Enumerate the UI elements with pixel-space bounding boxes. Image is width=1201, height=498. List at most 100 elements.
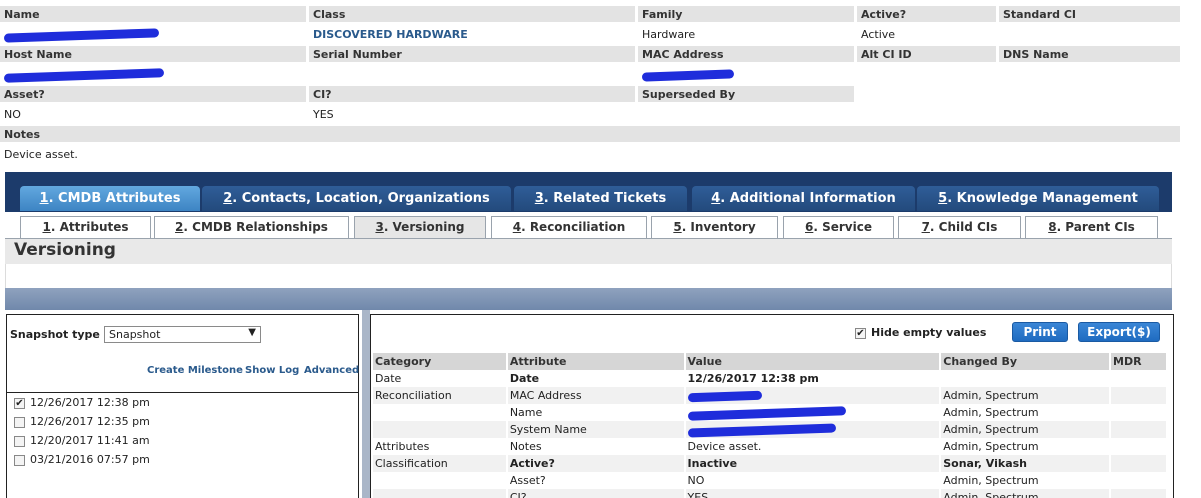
table-row[interactable]: Asset? NO Admin, Spectrum [373,472,1168,489]
snapshot-checkbox[interactable] [14,416,25,428]
snapshot-list-item[interactable]: ✔ 12/26/2017 12:38 pm [14,396,150,412]
panel-splitter[interactable] [362,310,370,498]
tab-related-tickets[interactable]: 3. Related Tickets [514,186,687,211]
cell-category: Date [373,370,508,387]
advanced-link[interactable]: Advanced [304,365,359,376]
asset-value: NO [4,108,21,121]
subtab-number: 7 [921,220,930,234]
snapshot-list-item[interactable]: 12/26/2017 12:35 pm [14,415,150,431]
standard-ci-label: Standard CI [999,6,1180,22]
hide-empty-checkbox[interactable]: ✔ [855,327,866,339]
table-row[interactable]: Date Date 12/26/2017 12:38 pm [373,370,1168,387]
cell-attribute: Notes [506,438,686,455]
cell-value [684,387,942,404]
subtab-attributes[interactable]: 1. Attributes [20,216,151,238]
column-header-mdr[interactable]: MDR [1110,353,1168,370]
snapshot-list-item[interactable]: 03/21/2016 07:57 pm [14,453,150,469]
snapshot-type-value: Snapshot [109,328,161,341]
snapshot-date: 12/26/2017 12:38 pm [30,396,150,409]
name-label: Name [0,6,306,22]
column-header-category[interactable]: Category [373,353,508,370]
export-button[interactable]: Export($) [1078,322,1160,342]
cell-value [684,404,942,421]
subtab-versioning[interactable]: 3. Versioning [354,216,486,238]
mac-address-value-redacted [638,66,738,82]
create-milestone-link[interactable]: Create Milestone [147,365,243,376]
column-header-value[interactable]: Value [684,353,942,370]
tab-contacts-location-organizations[interactable]: 2. Contacts, Location, Organizations [202,186,511,211]
snapshot-panel-divider [6,392,359,393]
cell-category: Reconciliation [373,387,508,404]
redacted-value [687,405,846,421]
table-row[interactable]: Attributes Notes Device asset. Admin, Spect… [373,438,1168,455]
snapshot-type-select[interactable]: Snapshot ▼ [104,326,261,343]
tab-number: 2 [223,191,233,206]
cell-attribute: CI? [506,489,686,498]
panel-header-band [5,288,1172,310]
print-button[interactable]: Print [1012,322,1068,342]
tab-knowledge-management[interactable]: 5. Knowledge Management [917,186,1159,211]
active-value: Active [861,28,896,41]
hide-empty-values-toggle[interactable]: ✔ Hide empty values [855,326,986,339]
table-row[interactable]: CI? YES Admin, Spectrum [373,489,1168,498]
table-header-row: Category Attribute Value Changed By MDR [373,353,1168,370]
cell-category: Classification [373,455,508,472]
subtab-reconciliation[interactable]: 4. Reconciliation [491,216,647,238]
snapshot-checkbox[interactable] [14,454,25,466]
redacted-value [687,390,762,402]
snapshot-date: 12/20/2017 11:41 am [30,434,150,447]
subtab-label: . Reconciliation [521,220,626,234]
cell-value: YES [684,489,942,498]
cell-attribute: System Name [506,421,686,438]
cell-value [684,421,942,438]
version-table: Category Attribute Value Changed By MDR … [373,353,1168,498]
cell-value: Device asset. [684,438,942,455]
table-row[interactable]: Reconciliation MAC Address Admin, Spectrum [373,387,1168,404]
tab-number: 4 [711,191,721,206]
show-log-link[interactable]: Show Log [245,365,299,376]
cell-category [373,472,508,489]
subtab-label: . Child CIs [929,220,998,234]
name-value-redacted [0,26,163,43]
cell-mdr [1110,370,1168,387]
snapshot-list-item[interactable]: 12/20/2017 11:41 am [14,434,150,450]
active-label: Active? [857,6,996,22]
tab-cmdb-attributes[interactable]: 1. CMDB Attributes [20,186,200,211]
alt-ci-id-label: Alt CI ID [857,46,996,62]
snapshot-checkbox[interactable]: ✔ [14,397,25,409]
cell-mdr [1110,421,1168,438]
cell-changed-by: Sonar, Vikash [940,455,1112,472]
class-value[interactable]: DISCOVERED HARDWARE [309,26,472,42]
subtab-parent-cis[interactable]: 8. Parent CIs [1025,216,1158,238]
table-row[interactable]: System Name Admin, Spectrum [373,421,1168,438]
column-header-attribute[interactable]: Attribute [506,353,686,370]
subtab-cmdb-relationships[interactable]: 2. CMDB Relationships [154,216,349,238]
cell-mdr [1110,489,1168,498]
cell-changed-by: Admin, Spectrum [940,438,1112,455]
column-header-changed-by[interactable]: Changed By [940,353,1112,370]
subtab-child-cis[interactable]: 7. Child CIs [898,216,1021,238]
cell-changed-by [940,370,1112,387]
subtab-inventory[interactable]: 5. Inventory [651,216,778,238]
superseded-by-label: Superseded By [638,86,854,102]
subtab-number: 5 [673,220,682,234]
tab-additional-information[interactable]: 4. Additional Information [692,186,915,211]
table-row[interactable]: Name Admin, Spectrum [373,404,1168,421]
cell-value: 12/26/2017 12:38 pm [684,370,942,387]
asset-label: Asset? [0,86,306,102]
ci-value: YES [313,108,334,121]
table-row[interactable]: Classification Active? Inactive Sonar, Vika… [373,455,1168,472]
snapshot-type-label: Snapshot type [10,328,100,341]
subtab-number: 3 [375,220,384,234]
mac-address-label: MAC Address [638,46,854,62]
cell-mdr [1110,387,1168,404]
tab-number: 5 [938,191,948,206]
cell-attribute: Active? [506,455,686,472]
snapshot-date: 12/26/2017 12:35 pm [30,415,150,428]
snapshot-checkbox[interactable] [14,435,25,447]
subtab-service[interactable]: 6. Service [783,216,894,238]
tab-label: . Knowledge Management [947,191,1138,206]
tab-label: . CMDB Attributes [48,191,181,206]
subtab-label: . Versioning [383,220,465,234]
cell-category [373,421,508,438]
